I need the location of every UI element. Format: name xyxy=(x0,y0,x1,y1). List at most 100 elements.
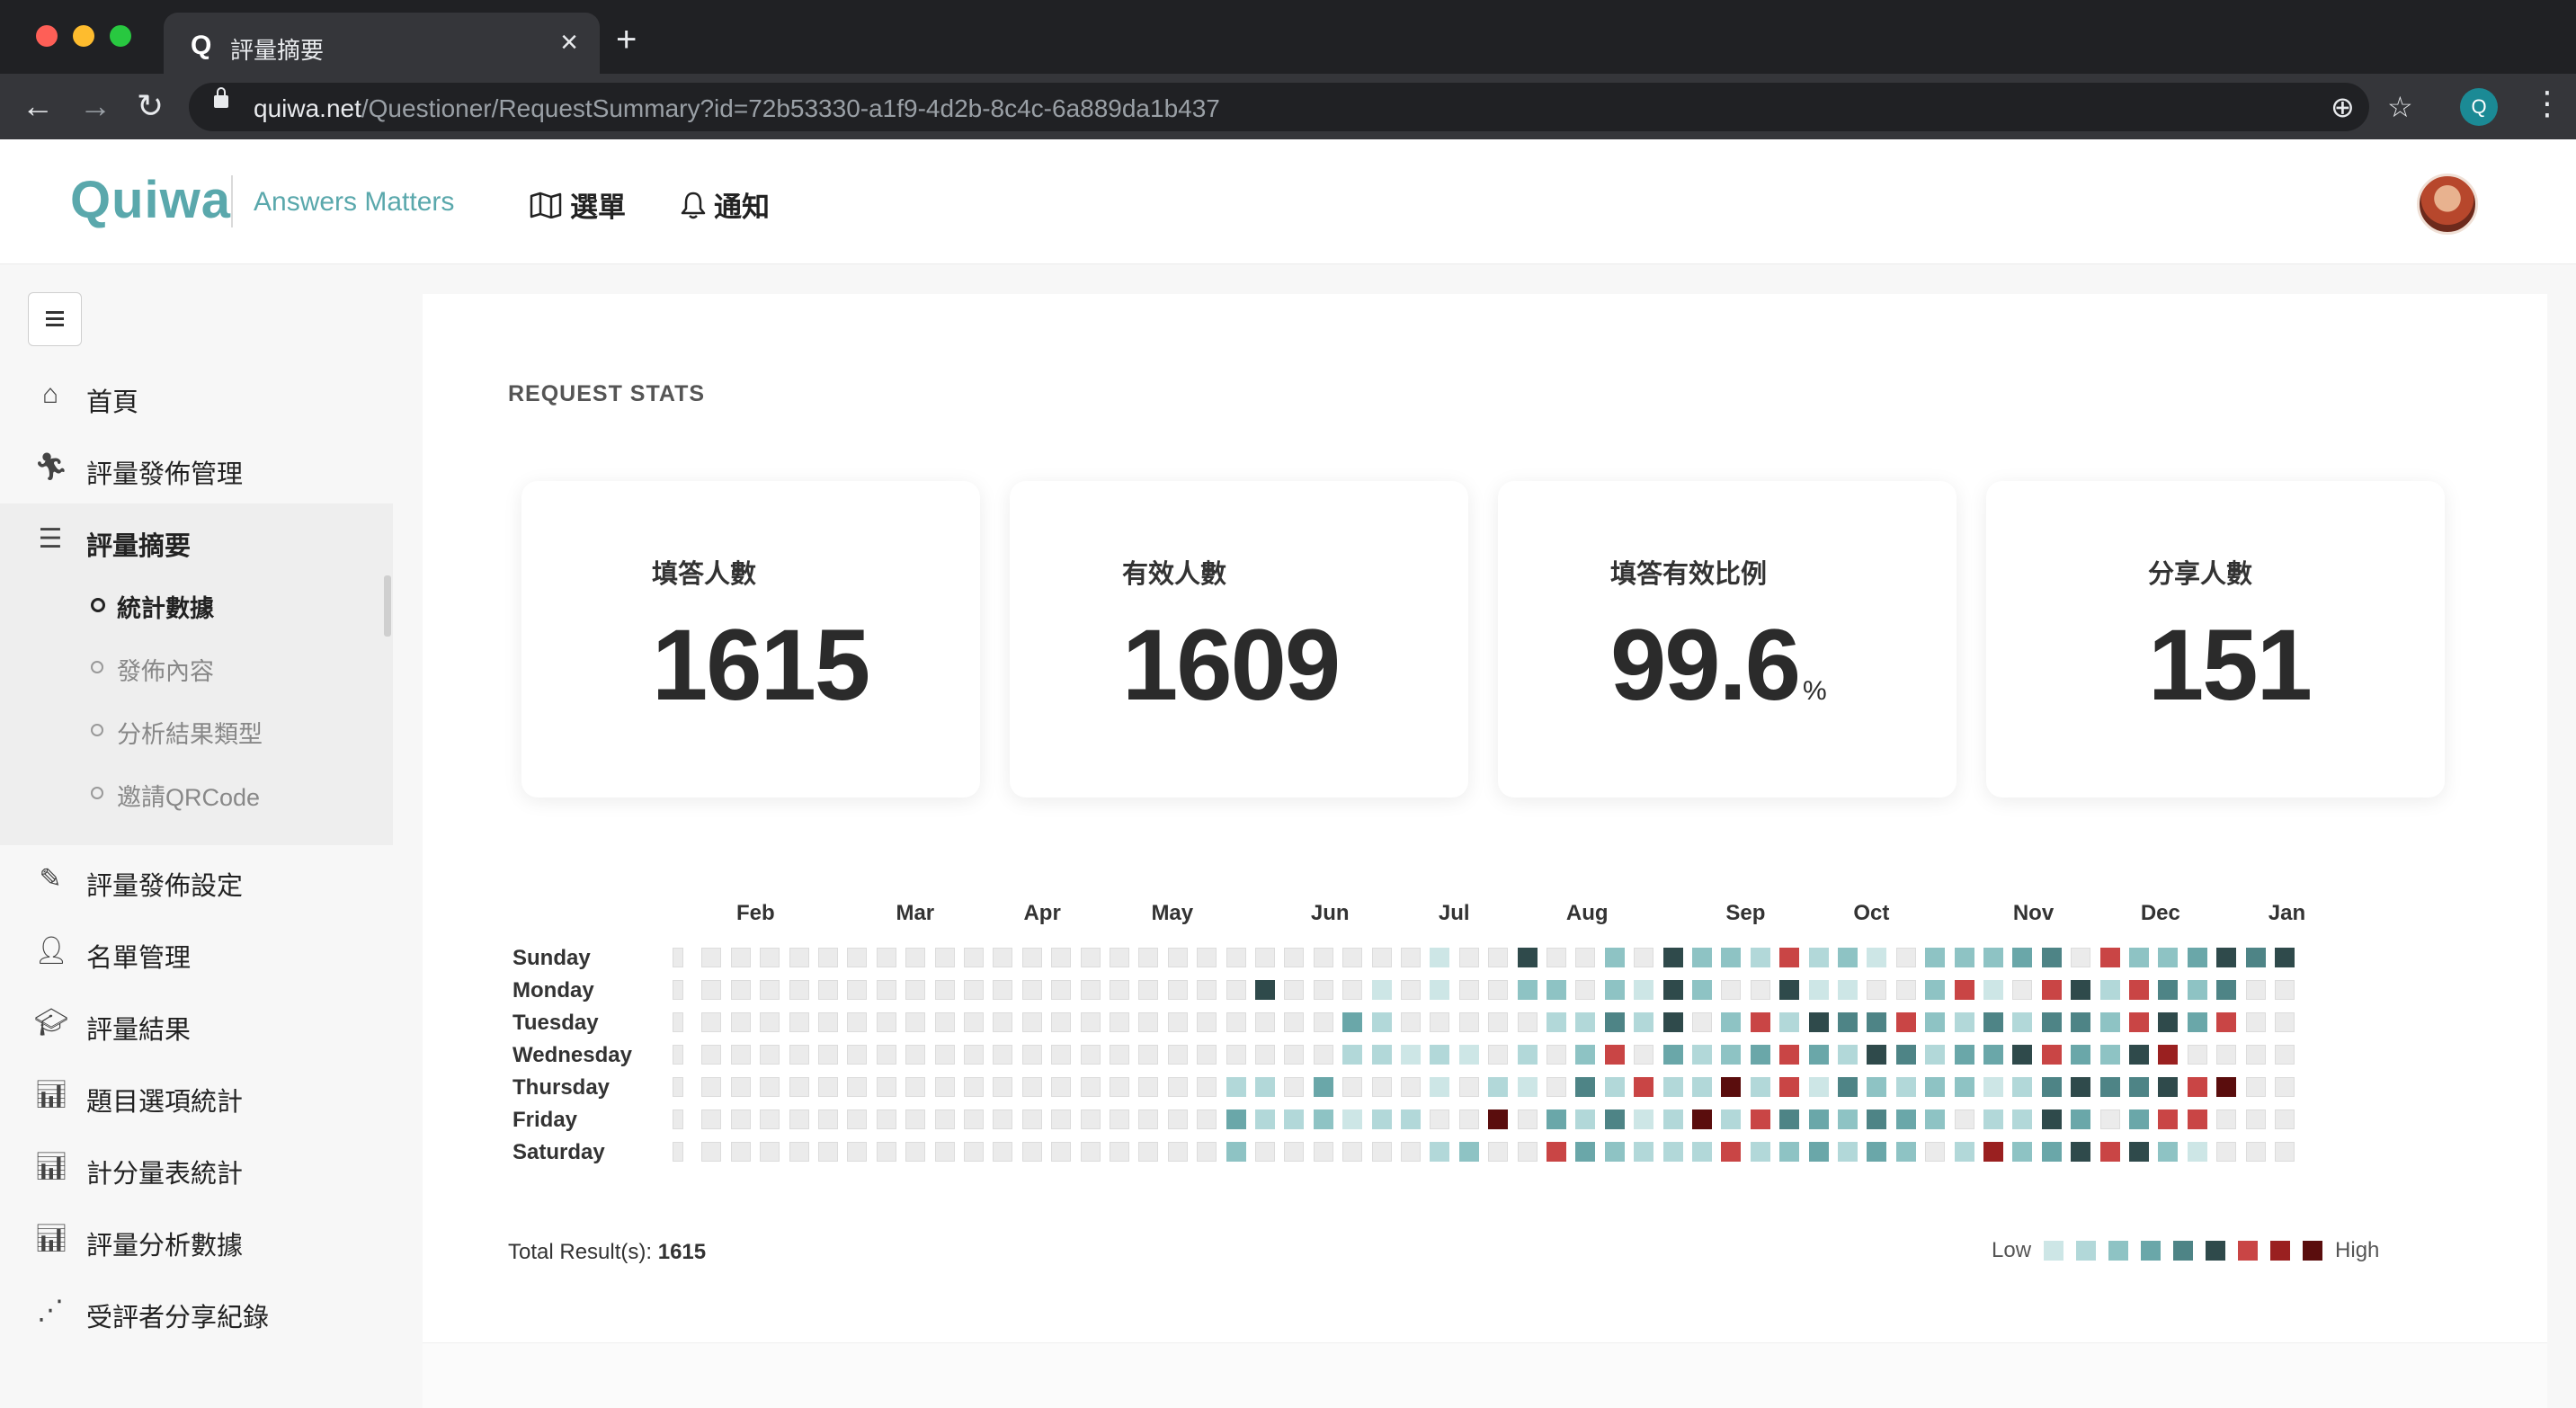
heatmap-cell[interactable] xyxy=(2099,1142,2120,1162)
heatmap-cell[interactable] xyxy=(1517,1077,1538,1097)
heatmap-cell[interactable] xyxy=(1313,1045,1333,1065)
heatmap-cell[interactable] xyxy=(2187,1109,2207,1129)
heatmap-cell[interactable] xyxy=(2012,1012,2033,1032)
heatmap-cell[interactable] xyxy=(1838,1109,1858,1129)
heatmap-cell[interactable] xyxy=(1692,1109,1712,1129)
heatmap-cell[interactable] xyxy=(934,948,955,967)
heatmap-cell[interactable] xyxy=(876,1045,896,1065)
heatmap-cell[interactable] xyxy=(1604,1109,1625,1129)
heatmap-cell[interactable] xyxy=(1430,1142,1450,1162)
heatmap-cell[interactable] xyxy=(1226,1077,1246,1097)
heatmap-cell[interactable] xyxy=(1662,980,1683,1000)
heatmap-cell[interactable] xyxy=(2216,1109,2237,1129)
sidebar-item-results[interactable]: 🎓︎ 評量結果 xyxy=(0,994,393,1052)
heatmap-cell[interactable] xyxy=(1895,1045,1916,1065)
heatmap-cell[interactable] xyxy=(1110,1045,1129,1065)
heatmap-cell[interactable] xyxy=(2216,1077,2237,1097)
maximize-window-button[interactable] xyxy=(110,25,131,47)
heatmap-cell[interactable] xyxy=(2012,1109,2033,1129)
heatmap-cell[interactable] xyxy=(1021,948,1042,967)
heatmap-cell[interactable] xyxy=(2071,1077,2091,1097)
heatmap-cell[interactable] xyxy=(1284,1045,1305,1065)
heatmap-cell[interactable] xyxy=(1721,1109,1742,1129)
heatmap-cell[interactable] xyxy=(1954,948,1974,967)
heatmap-cell[interactable] xyxy=(818,1077,838,1097)
heatmap-cell[interactable] xyxy=(934,1109,955,1129)
heatmap-cell[interactable] xyxy=(818,1012,838,1032)
heatmap-cell[interactable] xyxy=(1779,980,1800,1000)
heatmap-cell[interactable] xyxy=(818,1109,838,1129)
heatmap-cell[interactable] xyxy=(1895,948,1916,967)
heatmap-cell[interactable] xyxy=(1838,1012,1858,1032)
heatmap-cell[interactable] xyxy=(905,1142,926,1162)
heatmap-cell[interactable] xyxy=(993,980,1013,1000)
heatmap-cell[interactable] xyxy=(1138,1142,1159,1162)
heatmap-cell[interactable] xyxy=(1546,1077,1566,1097)
heatmap-cell[interactable] xyxy=(818,948,838,967)
heatmap-cell[interactable] xyxy=(1051,1012,1072,1032)
heatmap-cell[interactable] xyxy=(2245,1045,2266,1065)
sidebar-toggle-button[interactable] xyxy=(28,292,82,346)
heatmap-cell[interactable] xyxy=(1517,948,1538,967)
star-icon[interactable]: ☆ xyxy=(2387,90,2413,124)
heatmap-cell[interactable] xyxy=(1779,1109,1800,1129)
heatmap-cell[interactable] xyxy=(2071,1142,2091,1162)
heatmap-cell[interactable] xyxy=(730,948,751,967)
heatmap-cell[interactable] xyxy=(1342,1109,1363,1129)
heatmap-cell[interactable] xyxy=(2041,948,2062,967)
heatmap-cell[interactable] xyxy=(934,1045,955,1065)
heatmap-cell[interactable] xyxy=(760,1045,780,1065)
heatmap-cell[interactable] xyxy=(1692,1077,1712,1097)
heatmap-cell[interactable] xyxy=(1546,1142,1566,1162)
heatmap-cell[interactable] xyxy=(760,1012,780,1032)
heatmap-cell[interactable] xyxy=(1983,948,2003,967)
heatmap-cell[interactable] xyxy=(789,1142,809,1162)
heatmap-cell[interactable] xyxy=(1662,1045,1683,1065)
heatmap-cell[interactable] xyxy=(1458,1077,1479,1097)
heatmap-cell[interactable] xyxy=(1954,1109,1974,1129)
heatmap-cell[interactable] xyxy=(730,980,751,1000)
heatmap-cell[interactable] xyxy=(2275,1142,2295,1162)
heatmap-cell[interactable] xyxy=(1634,1045,1654,1065)
heatmap-cell[interactable] xyxy=(964,1109,984,1129)
heatmap-cell[interactable] xyxy=(1313,980,1333,1000)
heatmap-cell[interactable] xyxy=(2275,1045,2295,1065)
heatmap-cell[interactable] xyxy=(2129,1045,2149,1065)
heatmap-cell[interactable] xyxy=(2187,1012,2207,1032)
heatmap-cell[interactable] xyxy=(1401,1142,1421,1162)
heatmap-cell[interactable] xyxy=(1458,1045,1479,1065)
heatmap-cell[interactable] xyxy=(2071,1109,2091,1129)
heatmap-cell[interactable] xyxy=(1401,980,1421,1000)
heatmap-cell[interactable] xyxy=(1662,1012,1683,1032)
heatmap-cell[interactable] xyxy=(1838,948,1858,967)
heatmap-cell[interactable] xyxy=(1895,1012,1916,1032)
heatmap-cell[interactable] xyxy=(2245,980,2266,1000)
heatmap-cell[interactable] xyxy=(1575,980,1596,1000)
heatmap-cell[interactable] xyxy=(1167,1012,1188,1032)
heatmap-cell[interactable] xyxy=(2012,1142,2033,1162)
heatmap-cell[interactable] xyxy=(1342,980,1363,1000)
heatmap-cell[interactable] xyxy=(1255,1012,1275,1032)
heatmap-cell[interactable] xyxy=(1721,980,1742,1000)
heatmap-cell[interactable] xyxy=(876,948,896,967)
heatmap-cell[interactable] xyxy=(1021,1109,1042,1129)
heatmap-cell[interactable] xyxy=(2099,1045,2120,1065)
heatmap-cell[interactable] xyxy=(1284,980,1305,1000)
heatmap-cell[interactable] xyxy=(964,1077,984,1097)
heatmap-cell[interactable] xyxy=(1692,980,1712,1000)
heatmap-cell[interactable] xyxy=(1021,1012,1042,1032)
heatmap-cell[interactable] xyxy=(2187,948,2207,967)
heatmap-cell[interactable] xyxy=(1546,948,1566,967)
heatmap-cell[interactable] xyxy=(1983,1109,2003,1129)
heatmap-cell[interactable] xyxy=(2275,1109,2295,1129)
heatmap-cell[interactable] xyxy=(1342,1142,1363,1162)
heatmap-cell[interactable] xyxy=(1458,1142,1479,1162)
sidebar-item-summary[interactable]: ☰ 評量摘要 xyxy=(0,511,393,568)
heatmap-cell[interactable] xyxy=(789,1109,809,1129)
heatmap-cell[interactable] xyxy=(2041,1109,2062,1129)
heatmap-cell[interactable] xyxy=(760,980,780,1000)
sidebar-item-analysis-data[interactable]: 📊︎ 評量分析數據 xyxy=(0,1210,393,1268)
heatmap-cell[interactable] xyxy=(1255,980,1275,1000)
heatmap-cell[interactable] xyxy=(1226,948,1246,967)
heatmap-cell[interactable] xyxy=(1284,1142,1305,1162)
